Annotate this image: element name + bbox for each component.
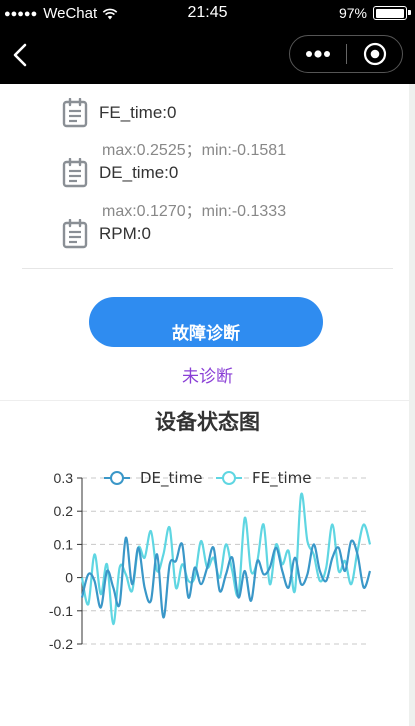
calendar-icon <box>62 98 88 128</box>
calendar-icon <box>62 219 88 249</box>
y-tick-label: -0.2 <box>49 636 73 652</box>
battery-icon <box>373 6 411 20</box>
target-circle-icon <box>363 42 386 66</box>
legend-label: FE_time <box>252 469 312 488</box>
mini-program-capsule <box>289 35 403 73</box>
battery-tip <box>408 10 411 15</box>
param-fe-time: FE_time:0 <box>62 98 176 128</box>
divider <box>22 268 393 269</box>
param-label: RPM:0 <box>99 224 151 243</box>
param-label: FE_time:0 <box>99 103 177 122</box>
battery-level <box>375 8 404 18</box>
battery-percent: 97% <box>338 5 367 21</box>
chart-title: 设备状态图 <box>155 411 260 434</box>
y-tick-label: 0.2 <box>54 503 74 519</box>
series-line-fe-time <box>80 492 372 626</box>
main-content: FE_time:0 max:0.2525；min:-0.1581 DE_time… <box>0 84 415 726</box>
status-chart: 0.3 0.2 0.1 0 -0.1 -0.2 DE_time FE_time <box>49 469 372 652</box>
diagnose-status: 未诊断 <box>182 367 233 386</box>
series-line-de-time <box>80 536 372 619</box>
diagnose-button[interactable]: 故障诊断 <box>89 297 323 347</box>
divider <box>0 400 415 401</box>
chevron-left-icon <box>13 43 27 67</box>
nav-bar <box>0 28 415 84</box>
param-range: max:0.1270；min:-0.1333 <box>102 203 287 220</box>
status-bar: ●●●●● WeChat 21:45 97% <box>0 0 415 28</box>
more-dots-icon <box>306 50 330 58</box>
page-edge <box>409 84 415 726</box>
y-tick-label: 0.1 <box>54 536 74 552</box>
param-de-time: DE_time:0 <box>62 158 178 188</box>
back-button[interactable] <box>8 40 36 70</box>
close-button[interactable] <box>347 36 402 72</box>
legend-marker <box>222 471 236 485</box>
y-tick-label: 0.3 <box>54 470 74 486</box>
y-tick-label: 0 <box>65 570 73 586</box>
y-tick-label: -0.1 <box>49 603 73 619</box>
calendar-icon <box>62 158 88 188</box>
param-rpm: RPM:0 <box>62 219 151 249</box>
legend-marker <box>110 471 124 485</box>
param-range: max:0.2525；min:-0.1581 <box>102 142 287 159</box>
more-button[interactable] <box>290 36 346 72</box>
legend-label: DE_time <box>140 469 202 488</box>
param-label: DE_time:0 <box>99 163 179 182</box>
status-right: 97% <box>338 5 411 21</box>
